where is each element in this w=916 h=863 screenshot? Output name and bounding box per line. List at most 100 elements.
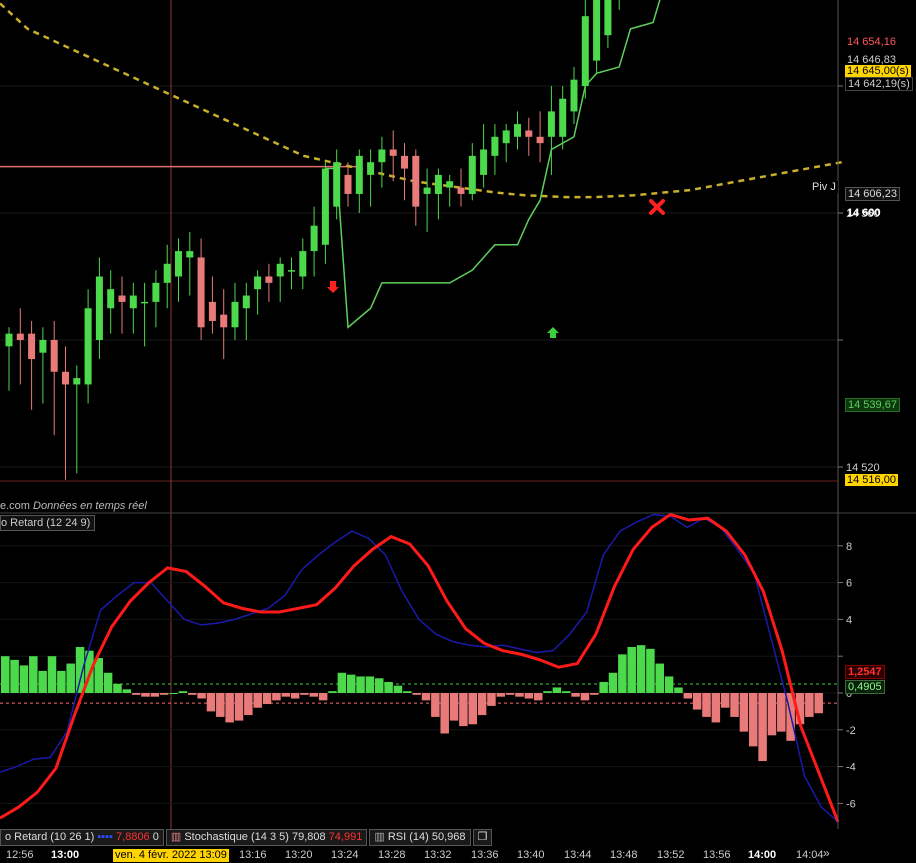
- histogram-bar: [608, 672, 618, 693]
- histogram-bar: [767, 693, 777, 736]
- histogram-bar: [272, 693, 281, 701]
- candle-body: [480, 149, 488, 175]
- tab-retard-label: o Retard (10 26 1): [5, 831, 95, 843]
- tab-stochastique[interactable]: ▥ Stochastique (14 3 5) 79,808 74,991: [165, 829, 368, 846]
- candle-body: [16, 333, 24, 340]
- time-label: 13:20: [285, 849, 313, 861]
- histogram-bar: [216, 693, 225, 717]
- histogram-bar: [702, 693, 711, 717]
- candle-body: [344, 174, 352, 194]
- restore-window-icon[interactable]: ❐: [472, 829, 493, 846]
- oscillator-label[interactable]: o Retard (12 24 9): [0, 515, 96, 531]
- candle-body: [468, 155, 476, 194]
- histogram-bar: [1, 656, 10, 693]
- candle-body: [378, 149, 386, 163]
- histogram-bar: [103, 672, 113, 693]
- osc-tick-label: -6: [846, 798, 856, 810]
- time-label: 13:44: [564, 849, 592, 861]
- candle-body: [95, 276, 103, 340]
- histogram-bar: [487, 693, 496, 706]
- histogram-bar: [281, 693, 290, 697]
- histogram-bar: [10, 659, 19, 693]
- histogram-bar: [300, 693, 309, 695]
- candle-body: [62, 371, 69, 385]
- time-label: 14:00: [748, 849, 777, 861]
- price-tag-high: 14 654,16: [847, 36, 896, 48]
- histogram-bar: [178, 691, 188, 693]
- candle-body: [208, 301, 216, 321]
- tab-stochastique-v1: 79,808: [291, 831, 326, 843]
- histogram-bar: [318, 693, 328, 701]
- tab-retard[interactable]: o Retard (10 26 1) ▪▪▪▪ 7,8806 0: [0, 829, 164, 846]
- candle-body: [547, 111, 555, 137]
- candle-body: [570, 79, 578, 112]
- time-label: 12:56: [6, 849, 34, 861]
- time-label: 13:48: [610, 849, 638, 861]
- tab-stochastique-label: Stochastique (14 3 5): [184, 831, 289, 843]
- time-label: 14:04: [796, 849, 824, 861]
- histogram-bar: [197, 693, 206, 699]
- candle-body: [50, 340, 58, 372]
- histogram-bar: [805, 693, 814, 717]
- histogram-bar: [384, 681, 393, 693]
- histogram-bar: [459, 693, 468, 727]
- histogram-bar: [57, 670, 66, 693]
- histogram-bar: [749, 693, 758, 747]
- time-label: 13:24: [331, 849, 359, 861]
- histogram-bar: [543, 691, 552, 693]
- chart-canvas: 14 66014 64014 62014 58014 56014 520864-…: [0, 0, 916, 863]
- price-tag: 14 642,19(s): [845, 77, 913, 91]
- candle-body: [254, 276, 262, 290]
- candle-body: [355, 155, 363, 194]
- candle-body: [186, 251, 194, 258]
- candle-body: [107, 289, 115, 309]
- histogram-bar: [599, 681, 608, 693]
- candle-body: [401, 155, 408, 169]
- time-label: 13:32: [424, 849, 452, 861]
- histogram-bar: [47, 656, 57, 693]
- histogram-bar: [777, 693, 786, 732]
- candle-body: [593, 0, 601, 61]
- candle-body: [118, 295, 126, 302]
- histogram-bar: [365, 676, 375, 693]
- histogram-bar: [468, 693, 477, 725]
- histogram-bar: [262, 693, 272, 705]
- candle-body: [491, 136, 499, 156]
- histogram-bar: [346, 674, 356, 693]
- histogram-bar: [618, 654, 627, 693]
- candle-body: [73, 378, 81, 385]
- candle-body: [536, 136, 544, 144]
- histogram-bar: [122, 689, 132, 693]
- histogram-bar: [290, 693, 300, 699]
- tab-stochastique-v2: 74,991: [328, 831, 363, 843]
- histogram-bar: [440, 693, 449, 734]
- histogram-bar: [655, 663, 664, 693]
- candle-body: [604, 0, 612, 36]
- pivot-label: Piv J: [810, 181, 838, 193]
- time-label: 13:52: [657, 849, 685, 861]
- histogram-bar: [169, 693, 178, 694]
- histogram-bar: [131, 693, 141, 695]
- time-label: 13:00: [51, 849, 80, 861]
- histogram-bar: [421, 693, 431, 701]
- candle-body: [288, 270, 295, 272]
- histogram-bar: [496, 693, 506, 697]
- candle-body: [457, 187, 465, 194]
- candle-body: [84, 308, 92, 385]
- candle-body: [129, 295, 137, 309]
- candle-body: [231, 301, 239, 328]
- candle-body: [310, 225, 318, 252]
- candle-body: [220, 314, 228, 328]
- candle-body: [502, 130, 510, 144]
- tab-rsi[interactable]: ▥ RSI (14) 50,968: [369, 829, 471, 846]
- histogram-bar: [646, 648, 655, 693]
- tab-rsi-value: 50,968: [431, 831, 466, 843]
- histogram-bar: [66, 663, 75, 693]
- candle-body: [525, 130, 533, 137]
- scroll-right-icon[interactable]: »: [823, 846, 837, 862]
- time-label: 13:36: [471, 849, 499, 861]
- tab-rsi-label: RSI (14): [387, 831, 429, 843]
- candle-body: [423, 187, 431, 194]
- candle-body: [321, 168, 329, 245]
- histogram-bar: [552, 687, 562, 693]
